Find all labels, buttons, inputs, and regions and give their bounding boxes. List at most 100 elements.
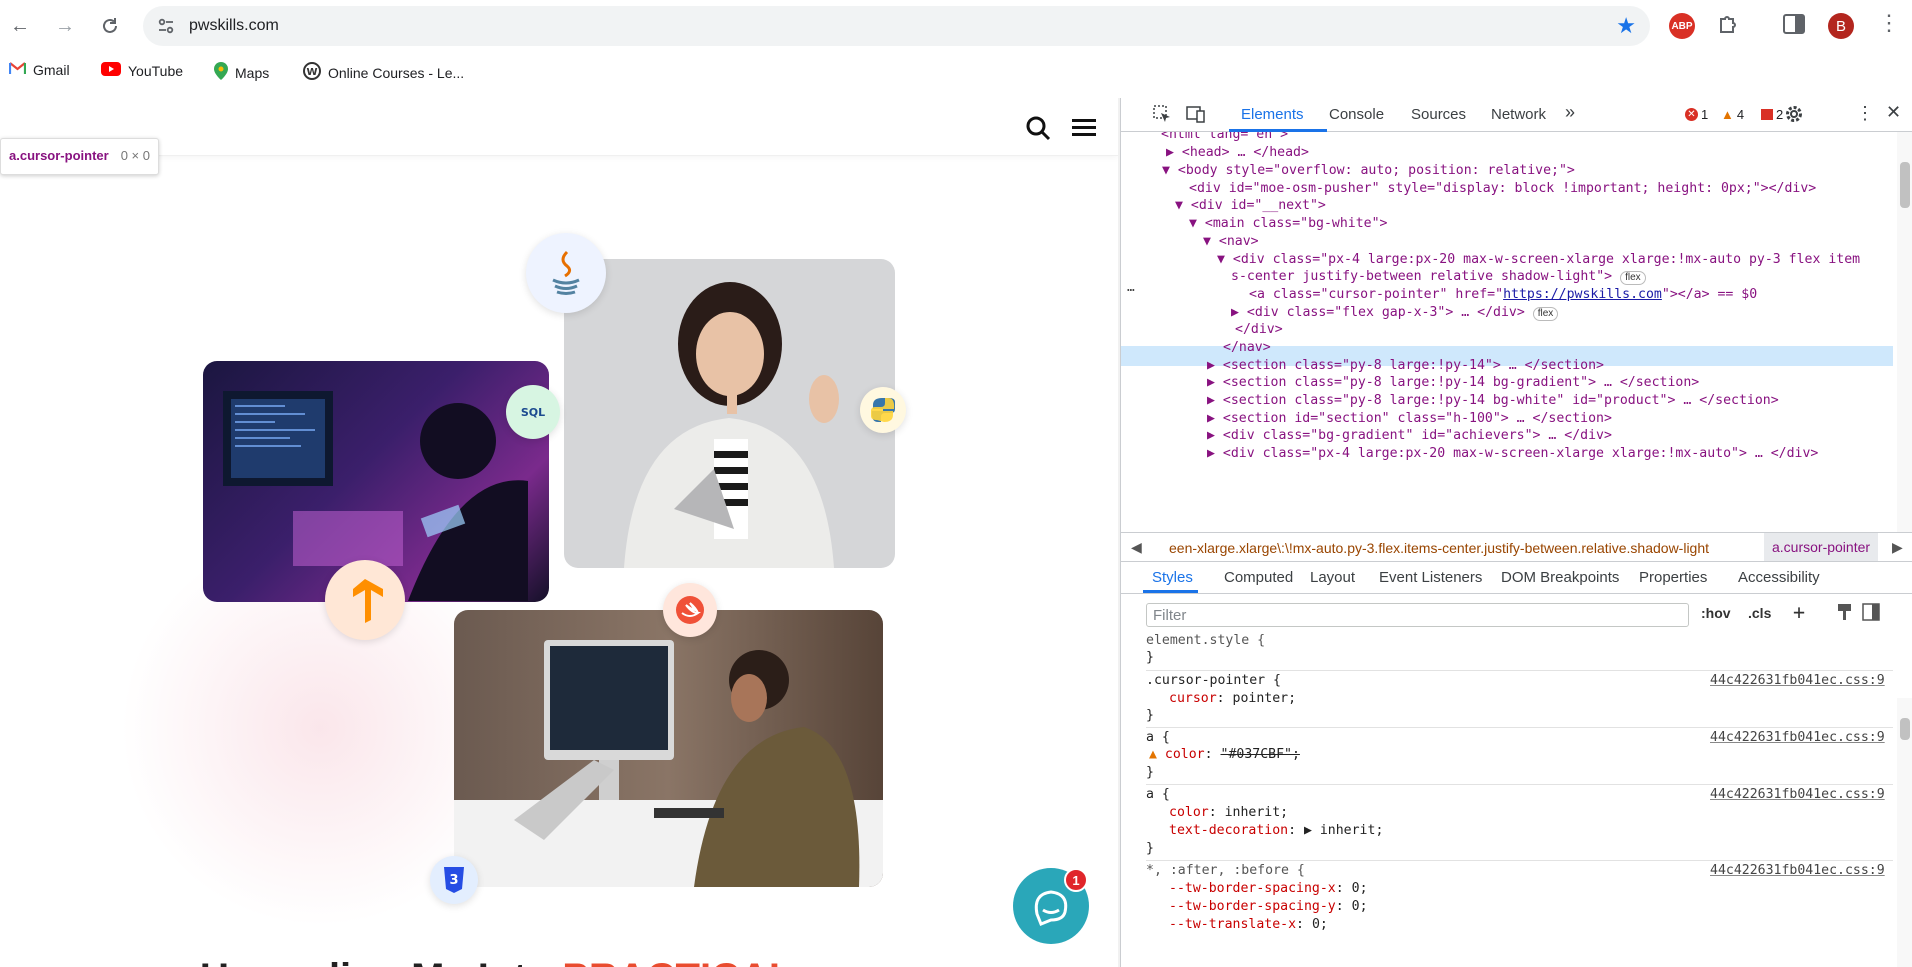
tab-dom-breakpoints[interactable]: DOM Breakpoints bbox=[1501, 569, 1619, 586]
dom-node[interactable]: </nav> bbox=[1223, 339, 1271, 357]
bookmark-star-icon[interactable]: ★ bbox=[1616, 13, 1636, 39]
tab-accessibility[interactable]: Accessibility bbox=[1738, 569, 1820, 586]
breadcrumb-left-arrow-icon[interactable]: ◀ bbox=[1131, 539, 1142, 556]
tooltip-selector: a.cursor-pointer bbox=[9, 148, 109, 163]
tab-console[interactable]: Console bbox=[1329, 106, 1384, 123]
dom-node[interactable]: ▶ <section id="section" class="h-100"> …… bbox=[1207, 410, 1612, 428]
flex-badge[interactable]: flex bbox=[1620, 271, 1646, 285]
tab-sources[interactable]: Sources bbox=[1411, 106, 1466, 123]
styles-pane: element.style { } .cursor-pointer { 44c4… bbox=[1121, 632, 1893, 967]
css-declaration[interactable]: text-decoration: ▶ inherit; bbox=[1169, 822, 1383, 840]
css-selector[interactable]: .cursor-pointer { bbox=[1146, 672, 1281, 690]
hover-state-toggle[interactable]: :hov bbox=[1701, 605, 1731, 621]
device-toolbar-icon[interactable] bbox=[1186, 104, 1206, 128]
dom-node[interactable]: <html lang="en"> bbox=[1161, 132, 1288, 144]
tab-properties[interactable]: Properties bbox=[1639, 569, 1707, 586]
css-selector[interactable]: element.style { bbox=[1146, 632, 1265, 650]
css-value: 0; bbox=[1311, 917, 1328, 932]
hamburger-menu-icon[interactable] bbox=[1072, 117, 1096, 142]
dom-node[interactable]: ▼ <nav> bbox=[1203, 233, 1259, 251]
issues-counter[interactable]: 2 bbox=[1761, 107, 1783, 122]
css-property: text-decoration bbox=[1169, 823, 1289, 838]
search-icon[interactable] bbox=[1025, 115, 1051, 146]
url-text[interactable]: pwskills.com bbox=[189, 17, 279, 35]
devtools-menu-icon[interactable]: ⋮ bbox=[1856, 103, 1874, 124]
bookmark-youtube[interactable]: YouTube bbox=[101, 62, 183, 79]
css-declaration[interactable]: ▲ color: "#037CBF"; bbox=[1149, 746, 1300, 764]
breadcrumb-item[interactable]: een-xlarge.xlarge\:\!mx-auto.py-3.flex.i… bbox=[1169, 540, 1709, 556]
styles-filter-input[interactable]: Filter bbox=[1146, 603, 1689, 627]
ellipsis-icon[interactable]: ⋯ bbox=[1127, 282, 1135, 300]
tab-layout[interactable]: Layout bbox=[1310, 569, 1355, 586]
dom-node[interactable]: ▶ <div class="px-4 large:px-20 max-w-scr… bbox=[1207, 445, 1818, 463]
reload-icon[interactable] bbox=[96, 12, 124, 40]
toggle-sidebar-icon[interactable] bbox=[1862, 603, 1880, 625]
tab-elements[interactable]: Elements bbox=[1241, 106, 1304, 123]
address-bar[interactable]: pwskills.com ★ bbox=[143, 6, 1650, 46]
styles-scrollbar[interactable] bbox=[1897, 698, 1912, 967]
css-declaration[interactable]: --tw-border-spacing-y: 0; bbox=[1169, 898, 1368, 916]
java-badge-icon bbox=[526, 233, 606, 313]
new-rule-plus-icon[interactable]: + bbox=[1793, 600, 1805, 624]
css-close-brace: } bbox=[1146, 650, 1154, 665]
css-property: --tw-translate-x bbox=[1169, 917, 1297, 932]
css-declaration[interactable]: color: inherit; bbox=[1169, 804, 1288, 822]
dom-node-flex-div[interactable]: ▶ <div class="flex gap-x-3"> … </div> fl… bbox=[1231, 304, 1559, 322]
errors-counter[interactable]: ✕ 1 bbox=[1685, 107, 1708, 122]
dom-node[interactable]: </div> bbox=[1235, 321, 1283, 339]
class-toggle[interactable]: .cls bbox=[1748, 605, 1771, 621]
warnings-counter[interactable]: ▲ 4 bbox=[1721, 107, 1744, 122]
dom-node[interactable]: ▶ <section class="py-8 large:!py-14"> … … bbox=[1207, 357, 1604, 375]
flex-badge[interactable]: flex bbox=[1532, 307, 1559, 321]
forward-icon[interactable]: → bbox=[51, 12, 79, 40]
dom-node[interactable]: <div id="moe-osm-pusher" style="display:… bbox=[1189, 180, 1816, 198]
profile-avatar[interactable]: B bbox=[1828, 13, 1854, 39]
breadcrumb-current[interactable]: a.cursor-pointer bbox=[1764, 533, 1879, 561]
scrollbar-thumb[interactable] bbox=[1900, 718, 1910, 740]
css-source-link[interactable]: 44c422631fb041ec.css:9 bbox=[1710, 786, 1885, 804]
breadcrumb-right-arrow-icon[interactable]: ▶ bbox=[1892, 539, 1903, 556]
css-selector[interactable]: a { bbox=[1146, 729, 1170, 747]
dom-node[interactable]: ▼ <body style="overflow: auto; position:… bbox=[1162, 162, 1575, 180]
css-declaration[interactable]: cursor: pointer; bbox=[1169, 690, 1296, 708]
dom-node[interactable]: ▼ <div class="px-4 large:px-20 max-w-scr… bbox=[1217, 251, 1860, 269]
side-panel-icon[interactable] bbox=[1783, 14, 1805, 39]
more-tabs-icon[interactable]: » bbox=[1565, 102, 1575, 123]
css-declaration[interactable]: --tw-translate-x: 0; bbox=[1169, 916, 1328, 934]
dom-node[interactable]: ▼ <div id="__next"> bbox=[1175, 197, 1326, 215]
css-source-link[interactable]: 44c422631fb041ec.css:9 bbox=[1710, 672, 1885, 690]
tab-styles[interactable]: Styles bbox=[1152, 569, 1193, 586]
css-declaration[interactable]: --tw-border-spacing-x: 0; bbox=[1169, 880, 1368, 898]
svg-text:W: W bbox=[306, 67, 317, 78]
close-devtools-icon[interactable]: ✕ bbox=[1886, 102, 1901, 123]
bookmark-online-courses[interactable]: W Online Courses - Le... bbox=[303, 62, 464, 83]
dom-node[interactable]: ▶ <div class="bg-gradient" id="achievers… bbox=[1207, 427, 1612, 445]
bookmark-gmail[interactable]: Gmail bbox=[8, 62, 70, 78]
tab-network[interactable]: Network bbox=[1491, 106, 1546, 123]
dom-href-link[interactable]: https://pwskills.com bbox=[1503, 287, 1662, 302]
paint-brush-icon[interactable] bbox=[1837, 603, 1853, 625]
tab-computed[interactable]: Computed bbox=[1224, 569, 1293, 586]
site-info-icon[interactable] bbox=[157, 17, 175, 40]
inspect-element-icon[interactable] bbox=[1152, 104, 1172, 128]
dom-node[interactable]: ▶ <section class="py-8 large:!py-14 bg-w… bbox=[1207, 392, 1779, 410]
css-value: "#037CBF"; bbox=[1220, 747, 1300, 762]
adblock-extension-icon[interactable]: ABP bbox=[1669, 13, 1695, 39]
tab-event-listeners[interactable]: Event Listeners bbox=[1379, 569, 1482, 586]
dom-node[interactable]: ▼ <main class="bg-white"> bbox=[1189, 215, 1388, 233]
settings-gear-icon[interactable] bbox=[1784, 104, 1804, 128]
css-source-link[interactable]: 44c422631fb041ec.css:9 bbox=[1710, 862, 1885, 880]
browser-menu-icon[interactable]: ⋮ bbox=[1878, 10, 1900, 36]
dom-node[interactable]: ▶ <section class="py-8 large:!py-14 bg-g… bbox=[1207, 374, 1699, 392]
extensions-puzzle-icon[interactable] bbox=[1717, 12, 1741, 41]
elements-scrollbar[interactable] bbox=[1897, 132, 1912, 532]
bookmark-maps[interactable]: Maps bbox=[214, 62, 269, 83]
dom-node[interactable]: ▶ <head> … </head> bbox=[1166, 144, 1309, 162]
css-selector[interactable]: *, :after, :before { bbox=[1146, 862, 1305, 880]
css-property: cursor bbox=[1169, 691, 1217, 706]
dom-node-selected[interactable]: <a class="cursor-pointer" href="https://… bbox=[1249, 286, 1757, 304]
scrollbar-thumb[interactable] bbox=[1900, 162, 1910, 208]
css-source-link[interactable]: 44c422631fb041ec.css:9 bbox=[1710, 729, 1885, 747]
css-selector[interactable]: a { bbox=[1146, 786, 1170, 804]
back-icon[interactable]: ← bbox=[6, 12, 34, 40]
